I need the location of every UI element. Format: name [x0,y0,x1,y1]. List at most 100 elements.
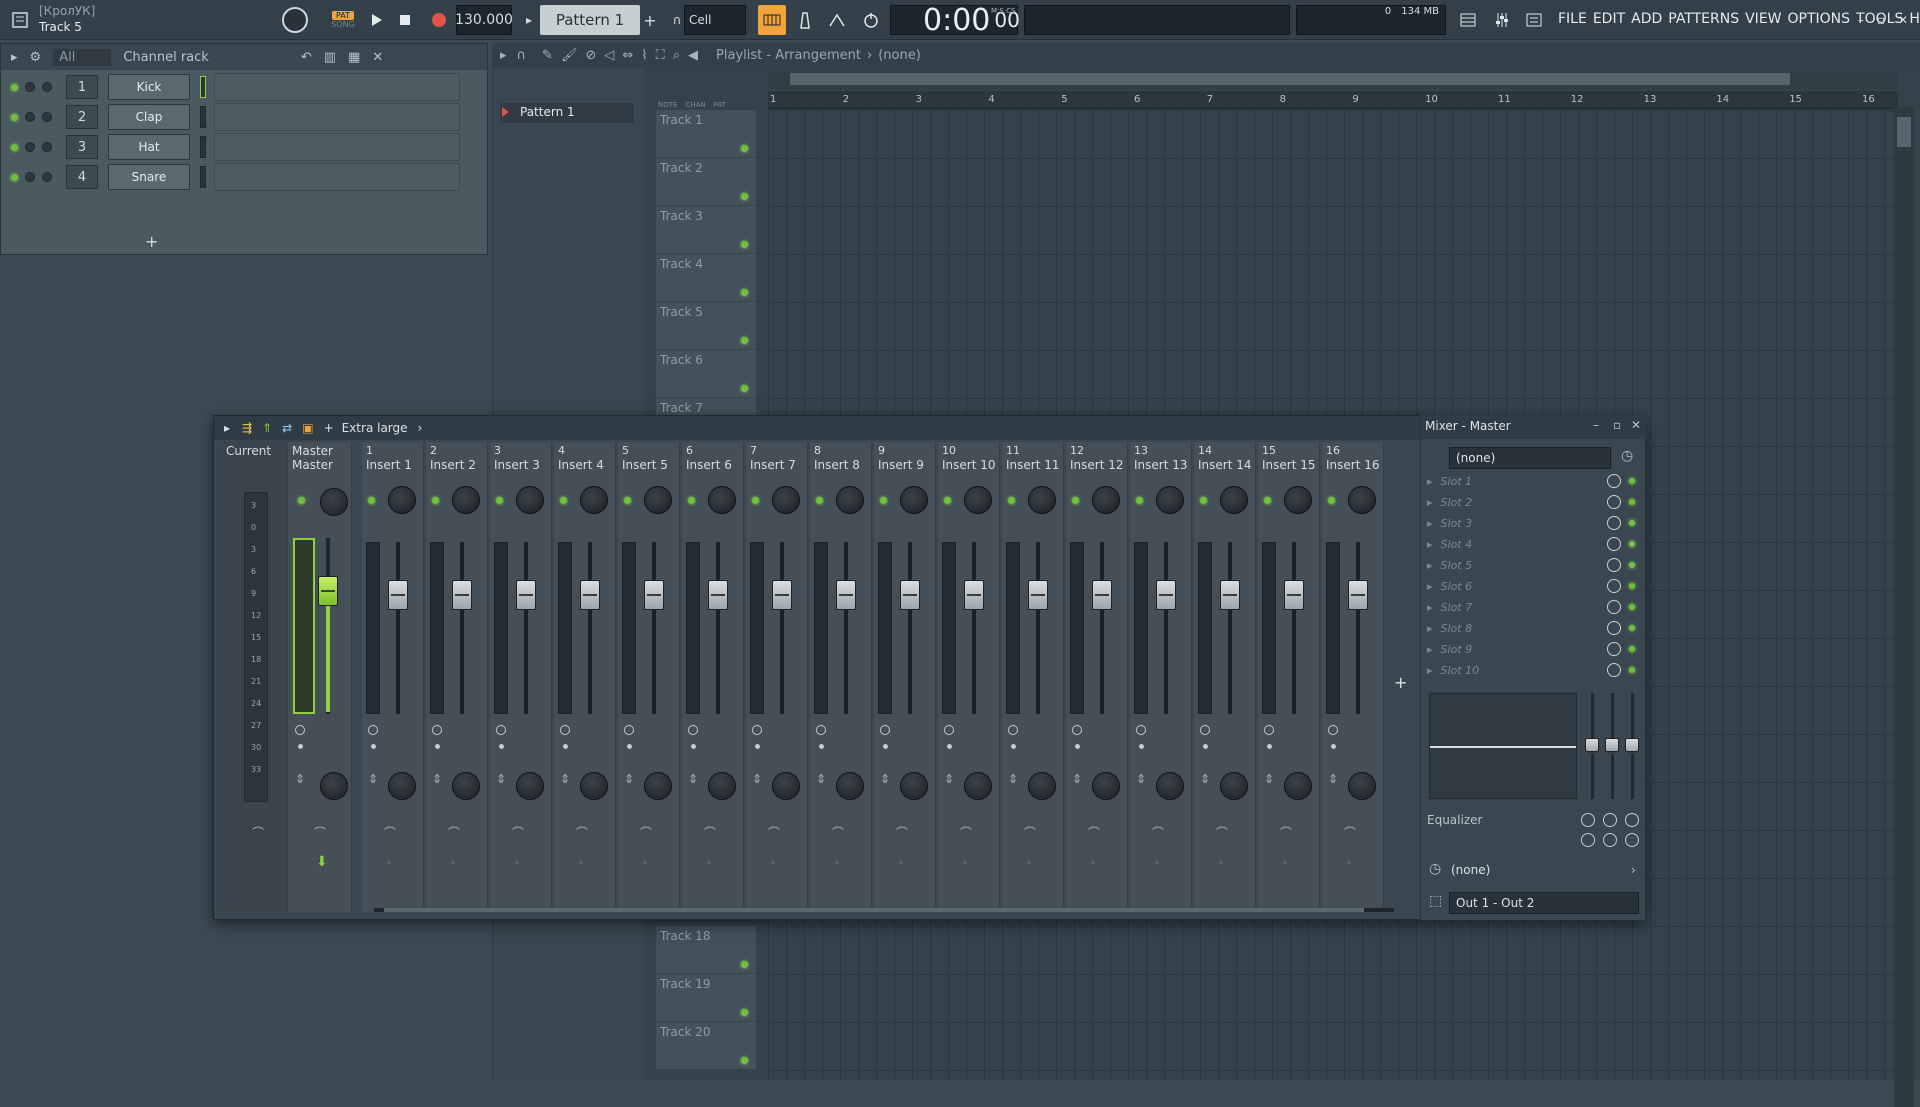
insert-send-arrow-icon[interactable]: ˄ [706,860,712,874]
insert-pan-knob[interactable] [644,486,672,514]
input-clock-icon[interactable]: ◷ [1621,448,1633,464]
slot-enable-led[interactable] [1629,604,1635,610]
insert-volume-knob[interactable] [1092,772,1120,800]
insert-send-arrow-icon[interactable]: ˄ [450,860,456,874]
slot-expand-arrow-icon[interactable]: ▸ [1427,496,1433,509]
eq-mid-fader[interactable] [1605,738,1619,754]
menu-add[interactable]: ADD [1631,11,1662,27]
insert-pan-knob[interactable] [1284,486,1312,514]
insert-volume-knob[interactable] [964,772,992,800]
track-enable-led[interactable] [741,385,748,392]
insert-stereo-knob[interactable] [1072,725,1082,735]
magnet-snap-icon[interactable]: ∩ [517,48,527,63]
insert-swap-icon[interactable]: ⇕ [560,772,570,786]
mode-pat[interactable]: PAT [714,101,726,109]
channel-step-area[interactable] [214,73,460,101]
channel-step-area[interactable] [214,103,460,131]
insert-enable-led[interactable] [880,497,887,504]
slot-mix-knob[interactable] [1607,663,1621,677]
insert-route-icon[interactable]: ⌒ [640,824,652,841]
insert-volume-knob[interactable] [644,772,672,800]
insert-phase-dot[interactable] [1267,744,1272,749]
insert-swap-icon[interactable]: ⇕ [944,772,954,786]
effect-slot[interactable]: ▸ Slot 4 [1427,534,1639,554]
sidechain-clock-icon[interactable]: ◷ [1429,861,1441,877]
slot-mix-knob[interactable] [1607,516,1621,530]
output-selector[interactable]: Out 1 - Out 2 [1449,892,1639,914]
slot-mix-knob[interactable] [1607,558,1621,572]
effect-slot[interactable]: ▸ Slot 7 [1427,597,1639,617]
effect-slot[interactable]: ▸ Slot 10 [1427,660,1639,680]
insert-fader[interactable] [708,580,728,610]
insert-fader[interactable] [1092,580,1112,610]
insert-phase-dot[interactable] [1011,744,1016,749]
insert-strip[interactable]: 1 Insert 1 ⇕ ⌒ ˄ [362,442,424,912]
slot-expand-arrow-icon[interactable]: ▸ [1427,475,1433,488]
slot-expand-arrow-icon[interactable]: ▸ [1427,601,1433,614]
channel-select-indicator[interactable] [200,166,206,188]
insert-stereo-knob[interactable] [624,725,634,735]
rack-steps-icon[interactable]: ▦ [348,50,360,65]
channel-filter-select[interactable]: All [53,48,112,66]
slot-mix-knob[interactable] [1607,600,1621,614]
pattern-picker-item[interactable]: Pattern 1 [500,103,634,123]
insert-phase-dot[interactable] [435,744,440,749]
master-route-icon[interactable]: ⌒ [314,824,326,841]
eq-knob-3[interactable] [1625,813,1639,827]
track-enable-led[interactable] [741,289,748,296]
effect-slot[interactable]: ▸ Slot 1 [1427,471,1639,491]
channel-volume-knob[interactable] [42,112,52,122]
insert-fader[interactable] [772,580,792,610]
insert-strip[interactable]: 4 Insert 4 ⇕ ⌒ ˄ [554,442,616,912]
stop-button[interactable] [392,5,418,35]
insert-enable-led[interactable] [1200,497,1207,504]
playback-tool-icon[interactable]: ◀ [688,48,698,63]
rack-options-icon[interactable]: ⚙ [30,50,42,65]
insert-swap-icon[interactable]: ⇕ [1136,772,1146,786]
track-enable-led[interactable] [741,241,748,248]
insert-stereo-knob[interactable] [1328,725,1338,735]
insert-enable-led[interactable] [1328,497,1335,504]
insert-stereo-knob[interactable] [432,725,442,735]
track-enable-led[interactable] [741,1009,748,1016]
insert-enable-led[interactable] [432,497,439,504]
rack-menu-arrow-icon[interactable]: ▸ [11,50,18,65]
channel-enable-led[interactable] [11,83,18,91]
insert-swap-icon[interactable]: ⇕ [624,772,634,786]
insert-send-arrow-icon[interactable]: ˄ [962,860,968,874]
mode-note[interactable]: NOTE [658,101,677,109]
track-header[interactable]: Track 6 [656,350,756,398]
insert-volume-knob[interactable] [1028,772,1056,800]
menu-edit[interactable]: EDIT [1593,11,1625,27]
tempo-display[interactable]: 130.000 [455,5,513,35]
insert-stereo-knob[interactable] [880,725,890,735]
input-selector[interactable]: (none) [1449,447,1611,469]
slot-mix-knob[interactable] [1607,621,1621,635]
master-enable-led[interactable] [298,497,305,504]
insert-swap-icon[interactable]: ⇕ [368,772,378,786]
insert-phase-dot[interactable] [1075,744,1080,749]
delete-tool-icon[interactable]: ⊘ [585,48,596,63]
insert-pan-knob[interactable] [836,486,864,514]
master-volume-knob[interactable] [280,5,310,35]
insert-phase-dot[interactable] [563,744,568,749]
channel-select-indicator[interactable] [200,76,206,98]
mixer-export-icon[interactable]: ⇑ [262,421,272,435]
insert-send-arrow-icon[interactable]: ˄ [386,860,392,874]
channel-name-button[interactable]: Clap [108,104,190,130]
effect-slot[interactable]: ▸ Slot 2 [1427,492,1639,512]
insert-phase-dot[interactable] [755,744,760,749]
insert-pan-knob[interactable] [388,486,416,514]
effect-slot[interactable]: ▸ Slot 6 [1427,576,1639,596]
master-output-arrow-icon[interactable]: ⬇ [316,854,328,870]
insert-swap-icon[interactable]: ⇕ [816,772,826,786]
eq-knob-1[interactable] [1581,813,1595,827]
loop-record-icon[interactable] [858,5,884,35]
channel-pan-knob[interactable] [25,172,35,182]
insert-enable-led[interactable] [1264,497,1271,504]
insert-volume-knob[interactable] [900,772,928,800]
slot-mix-knob[interactable] [1607,474,1621,488]
insert-volume-knob[interactable] [708,772,736,800]
insert-swap-icon[interactable]: ⇕ [432,772,442,786]
insert-enable-led[interactable] [944,497,951,504]
